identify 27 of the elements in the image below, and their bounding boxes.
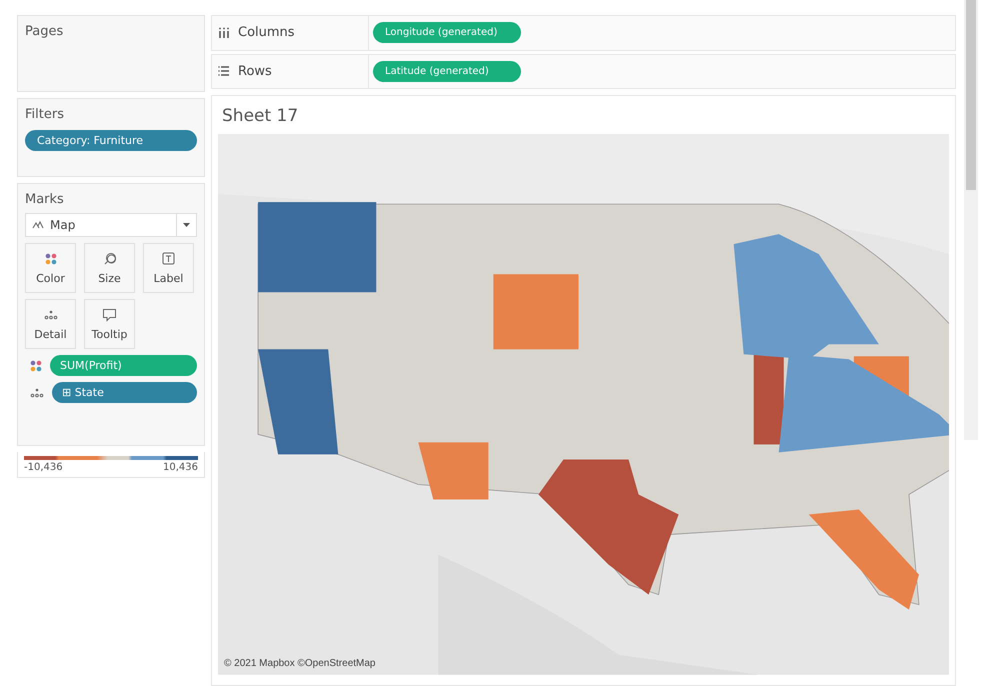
scrollbar[interactable]	[964, 0, 978, 440]
color-dots-icon	[44, 252, 56, 264]
rows-icon	[218, 65, 230, 78]
mark-card-button[interactable]: Tooltip	[84, 299, 135, 349]
mark-card-button[interactable]: Detail	[25, 299, 76, 349]
color-dots-icon	[30, 360, 42, 372]
text-label-icon	[162, 252, 175, 265]
panel-title: Filters	[25, 107, 65, 122]
caret-icon	[183, 223, 190, 227]
legend-max-label: 10,436	[163, 462, 198, 473]
detail-dots-icon	[44, 310, 58, 320]
panel-title: Pages	[25, 24, 64, 39]
sheet-title: Sheet 17	[221, 105, 300, 128]
columns-icon	[218, 26, 230, 39]
field-pill[interactable]: ⊞ State	[52, 382, 197, 403]
panel-title: Marks	[25, 192, 65, 207]
mark-card-button[interactable]: Color	[25, 243, 76, 293]
legend-min-label: -10,436	[24, 462, 63, 473]
shelf-label: Columns	[238, 25, 295, 40]
mark-card-button[interactable]: Size	[84, 243, 135, 293]
filter-pill[interactable]: Category: Furniture	[25, 130, 197, 151]
detail-dots-icon	[30, 388, 44, 398]
map-attribution: © 2021 Mapbox ©OpenStreetMap	[224, 658, 376, 669]
shelf-label: Rows	[238, 64, 272, 79]
speech-bubble-icon	[102, 308, 117, 322]
mark-card-button[interactable]: Label	[143, 243, 194, 293]
mark-type-dropdown[interactable]: Map	[25, 213, 197, 237]
